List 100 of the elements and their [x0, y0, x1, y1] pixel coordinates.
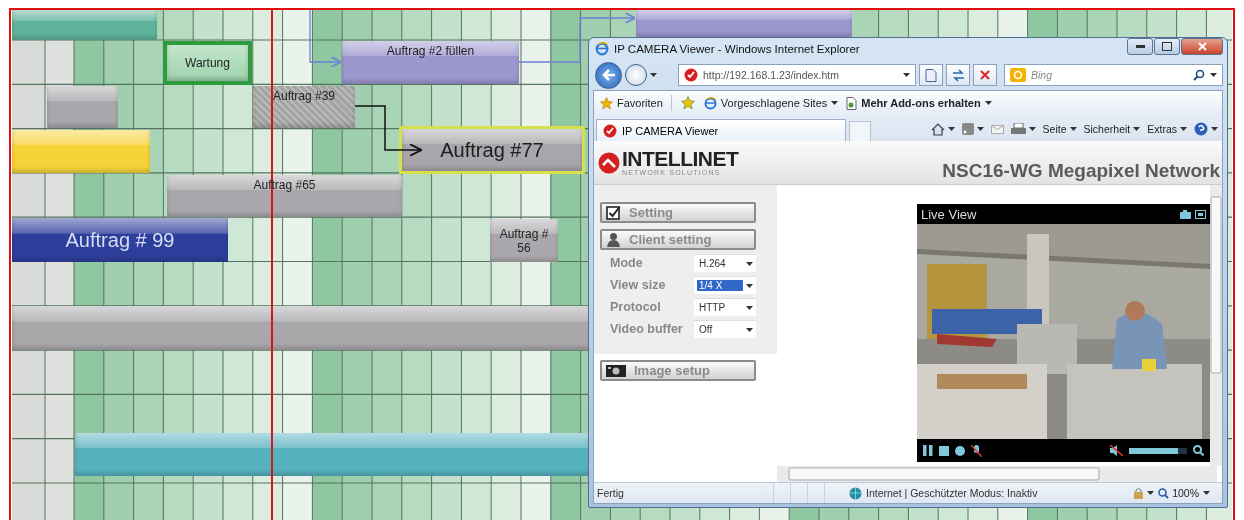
caret-icon [1133, 127, 1141, 131]
search-input[interactable]: Bing [1031, 69, 1071, 81]
bar-label: Wartung [184, 56, 231, 70]
caret-icon [1147, 491, 1155, 495]
back-button[interactable] [595, 61, 622, 89]
dropdown-field[interactable]: Off [694, 320, 756, 338]
setting-label: Mode [610, 256, 644, 270]
dropdown-field[interactable]: 1/4 X [694, 276, 756, 294]
task-bar[interactable]: Auftrag #2 füllen [342, 41, 519, 84]
caret-icon [746, 305, 753, 310]
caret-icon [1180, 127, 1187, 131]
minimize-icon [1135, 44, 1145, 48]
site-icon [603, 123, 617, 138]
bar-label: Auftrag # 56 [498, 226, 550, 255]
setting-label: View size [610, 278, 667, 292]
favorites-bar-item[interactable]: Favoriten [600, 96, 663, 110]
refresh-button[interactable] [946, 64, 970, 86]
favorites-bar-item[interactable]: Vorgeschlagene Sites [703, 96, 839, 110]
command-menu[interactable]: Sicherheit [1083, 123, 1141, 135]
forward-button[interactable] [625, 64, 647, 86]
caret-icon [1069, 127, 1077, 131]
zoom-icon[interactable] [1193, 445, 1204, 456]
dropdown-field[interactable]: HTTP [694, 298, 756, 316]
logo-text: INTELLINET [622, 148, 739, 169]
maximize-icon [1162, 41, 1172, 51]
browser-tab[interactable]: IP CAMERA Viewer [596, 119, 846, 141]
mute-icon[interactable] [1110, 445, 1123, 456]
protected-mode-button[interactable] [1133, 487, 1155, 499]
search-provider-icon [1010, 68, 1026, 82]
player-title: Live View [921, 206, 977, 222]
connector-arrow [309, 9, 343, 68]
browser-logo-icon [595, 42, 609, 56]
task-bar[interactable]: Wartung [163, 41, 252, 85]
microphone-off-icon[interactable] [971, 444, 982, 457]
scrollbar[interactable] [777, 466, 1217, 482]
feeds-button[interactable] [961, 123, 984, 135]
task-bar[interactable]: Auftrag #77 [399, 126, 585, 174]
page-icon [846, 96, 858, 110]
person-icon [606, 232, 621, 247]
feed-icon [961, 123, 974, 135]
favorites-bar-item[interactable]: Mehr Add-ons erhalten [846, 96, 992, 110]
dropdown-field[interactable]: H.264 [694, 254, 756, 272]
caret-icon [984, 101, 992, 105]
bar-label: Auftrag #2 füllen [385, 44, 476, 58]
fullscreen-icon[interactable] [1195, 209, 1206, 219]
setting-label: Video buffer [610, 322, 684, 336]
caret-icon [831, 101, 839, 105]
search-icon [1193, 69, 1205, 81]
caret-icon [903, 73, 910, 77]
refresh-icon [951, 68, 965, 82]
caret-icon [1028, 127, 1036, 131]
record-icon[interactable] [955, 445, 965, 456]
help-button[interactable] [1194, 122, 1218, 136]
stop-icon[interactable] [939, 445, 949, 456]
help-icon [1194, 122, 1208, 136]
magnifier-icon [1158, 487, 1170, 499]
maximize-button[interactable] [1154, 37, 1180, 55]
zoom-button[interactable]: 100% [1158, 487, 1199, 499]
close-button[interactable] [1181, 37, 1223, 55]
caret-icon [746, 261, 753, 266]
caret-icon [947, 127, 955, 131]
window-title: IP CAMERA Viewer - Windows Internet Explorer [614, 43, 861, 55]
home-button[interactable] [930, 122, 955, 136]
search-field[interactable]: Bing [1004, 64, 1223, 86]
task-bar[interactable]: Auftrag # 56 [490, 219, 558, 262]
page-heading: NSC16-WG Megapixel Network [942, 159, 1220, 182]
task-bar[interactable]: Auftrag #39 [253, 86, 355, 128]
compatibility-button[interactable] [919, 64, 943, 86]
browser-logo-icon [703, 96, 717, 110]
bar-label: Auftrag #39 [271, 89, 336, 103]
home-icon [930, 122, 945, 136]
bar-label: Auftrag # 99 [64, 229, 176, 251]
status-text: Fertig [596, 487, 625, 499]
close-icon [1197, 41, 1207, 51]
add-favorite-icon[interactable] [679, 96, 696, 110]
command-menu[interactable]: Seite [1042, 123, 1077, 135]
checkbox-icon [606, 205, 621, 220]
scrollbar[interactable] [1210, 185, 1222, 466]
task-bar[interactable]: Auftrag # 99 [12, 218, 228, 262]
logo-icon [598, 151, 620, 174]
envelope-icon [990, 124, 1004, 134]
minimize-button[interactable] [1127, 37, 1153, 55]
caret-icon [1211, 127, 1218, 131]
camera-icon [606, 364, 626, 377]
lock-icon [1133, 487, 1145, 499]
site-icon [684, 68, 698, 82]
snapshot-icon[interactable] [1180, 209, 1191, 219]
star-icon [600, 96, 613, 110]
address-field[interactable]: http://192.168.1.23/index.htm [678, 64, 916, 86]
stop-icon [980, 70, 990, 80]
caret-icon [650, 73, 657, 77]
print-button[interactable] [1010, 122, 1036, 136]
setting-label: Protocol [610, 300, 662, 314]
command-menu[interactable]: Extras [1147, 123, 1187, 135]
back-arrow-icon [601, 69, 616, 81]
caret-icon [1203, 491, 1210, 495]
pause-icon[interactable] [923, 445, 933, 456]
caret-icon [1210, 73, 1217, 77]
caret-icon [746, 283, 753, 288]
stop-button[interactable] [973, 64, 997, 86]
